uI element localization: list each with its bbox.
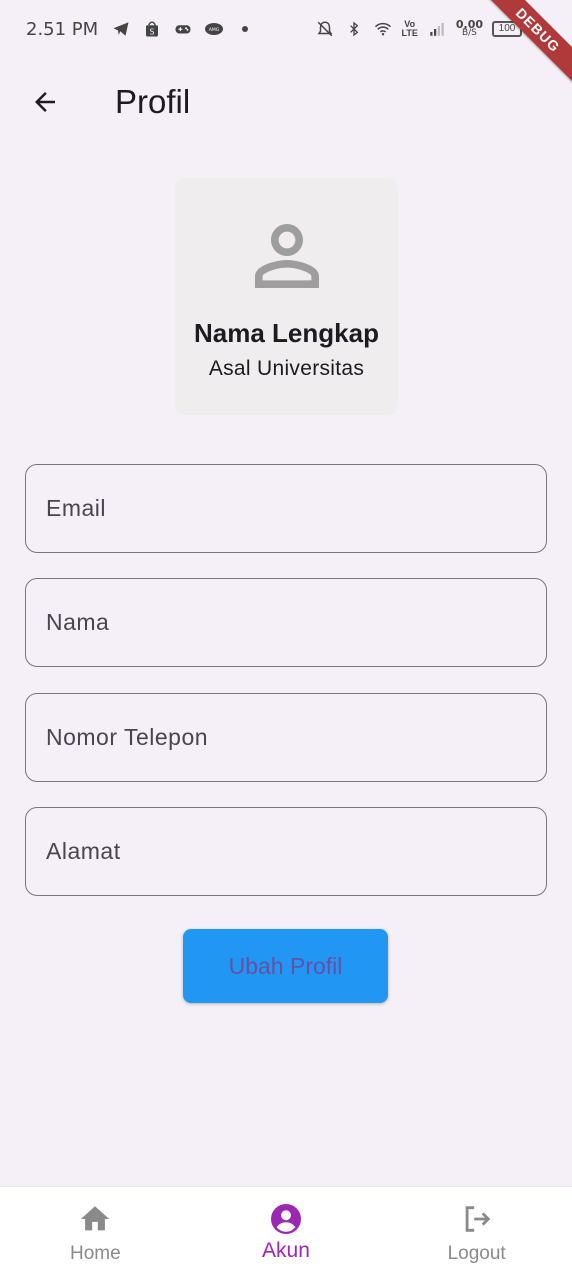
nama-input[interactable] — [46, 609, 546, 636]
home-icon — [77, 1201, 113, 1237]
alamat-field[interactable] — [25, 807, 547, 896]
nav-label-logout: Logout — [447, 1243, 506, 1264]
nav-item-logout[interactable]: Logout — [382, 1187, 572, 1265]
bluetooth-icon — [344, 19, 364, 39]
nav-item-home[interactable]: Home — [0, 1187, 190, 1265]
nav-label-akun: Akun — [262, 1239, 310, 1262]
profile-university: Asal Universitas — [208, 357, 365, 380]
logout-icon — [459, 1201, 495, 1237]
nama-field[interactable] — [25, 578, 547, 667]
svg-text:AMG: AMG — [209, 27, 220, 33]
bottom-navigation: Home Akun Logout — [0, 1186, 572, 1280]
nav-item-akun[interactable]: Akun — [191, 1187, 381, 1263]
status-time: 2.51 PM — [26, 18, 99, 40]
page-title: Profil — [115, 83, 191, 120]
net-speed: 0,00 B/S — [455, 18, 483, 38]
shopee-icon: S — [142, 19, 162, 39]
wifi-icon — [373, 19, 393, 39]
account-circle-icon — [268, 1201, 304, 1237]
profile-name: Nama Lengkap — [194, 318, 379, 348]
arrow-back-icon — [35, 92, 55, 112]
person-outline-icon — [254, 224, 319, 288]
email-field[interactable] — [25, 464, 547, 553]
app-icon: AMG — [204, 19, 224, 39]
profile-card: Nama Lengkap Asal Universitas — [175, 178, 398, 415]
phone-input[interactable] — [46, 724, 546, 751]
nav-label-home: Home — [69, 1243, 121, 1264]
signal-icon — [427, 19, 447, 39]
volte-icon: Vo LTE — [401, 19, 418, 38]
app-bar: Profil — [0, 62, 572, 142]
mute-bell-icon — [315, 19, 335, 39]
ubah-profil-button[interactable]: Ubah Profil — [183, 929, 388, 1003]
dot-icon — [235, 19, 255, 39]
svg-text:S: S — [150, 27, 155, 36]
alamat-input[interactable] — [46, 838, 546, 865]
gamepad-icon — [173, 19, 193, 39]
back-button[interactable] — [21, 78, 69, 126]
phone-field[interactable] — [25, 693, 547, 782]
telegram-icon — [111, 19, 131, 39]
status-bar: 2.51 PM S AMG Vo LTE 0,00 B/S 100 — [0, 0, 572, 58]
email-input[interactable] — [46, 495, 546, 522]
